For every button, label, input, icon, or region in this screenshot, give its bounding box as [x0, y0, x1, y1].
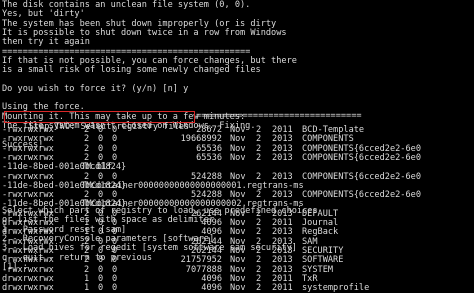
file-size: 4096	[201, 273, 222, 284]
file-year: 2013	[272, 264, 293, 275]
console-line: is a small risk of losing some newly cha…	[2, 65, 261, 76]
file-perm: drwxrwxrwx	[2, 273, 54, 284]
file-name: COMPONENTS{6cced2e2-6e0	[302, 171, 421, 182]
file-mon: Nov	[230, 255, 246, 266]
file-n1: 1	[84, 283, 90, 293]
file-name: COMPONENTS{6cced2e2-6e0	[302, 152, 421, 163]
file-name: TxR	[302, 273, 318, 284]
file-name: COMPONENTS{6cced2e2-6e0	[302, 190, 421, 201]
file-suffix: .TM.blf	[76, 162, 113, 173]
file-day: 2	[256, 283, 262, 293]
file-size: 4096	[201, 283, 222, 293]
file-day: 2	[256, 255, 262, 266]
file-n2: 0	[98, 273, 104, 284]
console-screen[interactable]: The disk contains an unclean file system…	[0, 0, 474, 293]
file-suffix: .TMContainer00000000000000000001.regtran…	[76, 180, 304, 191]
step-separator: ================================	[196, 111, 362, 121]
file-year: 2013	[272, 152, 293, 163]
step-two-highlight: Step TWO: Select registry files	[4, 111, 196, 132]
file-name: SYSTEM	[302, 264, 334, 275]
file-year: 2013	[272, 255, 293, 266]
file-mon: Nov	[230, 152, 246, 163]
file-day: 2	[256, 273, 262, 284]
file-year: 2011	[272, 273, 293, 284]
file-perm: drwxrwxrwx	[2, 283, 54, 293]
console-line: Do you wish to force it? (y/n) [n] y	[2, 83, 189, 94]
file-name: SOFTWARE	[302, 255, 344, 266]
file-size: 7077888	[185, 264, 222, 275]
file-mon: Nov	[230, 264, 246, 275]
file-mon: Nov	[230, 283, 246, 293]
file-size: 21757952	[180, 255, 222, 266]
file-n3: 0	[112, 264, 118, 275]
file-n3: 0	[112, 273, 118, 284]
file-day: 2	[256, 264, 262, 275]
file-n2: 0	[98, 264, 104, 275]
file-n1: 1	[84, 273, 90, 284]
file-mon: Nov	[230, 273, 246, 284]
file-day: 2	[256, 152, 262, 163]
file-n2: 0	[98, 283, 104, 293]
file-n3: 0	[112, 283, 118, 293]
file-size: 65536	[196, 152, 222, 163]
file-n1: 2	[84, 264, 90, 275]
file-name: systemprofile	[302, 283, 370, 293]
file-year: 2011	[272, 283, 293, 293]
input-prompt[interactable]: [1] :	[2, 262, 28, 272]
